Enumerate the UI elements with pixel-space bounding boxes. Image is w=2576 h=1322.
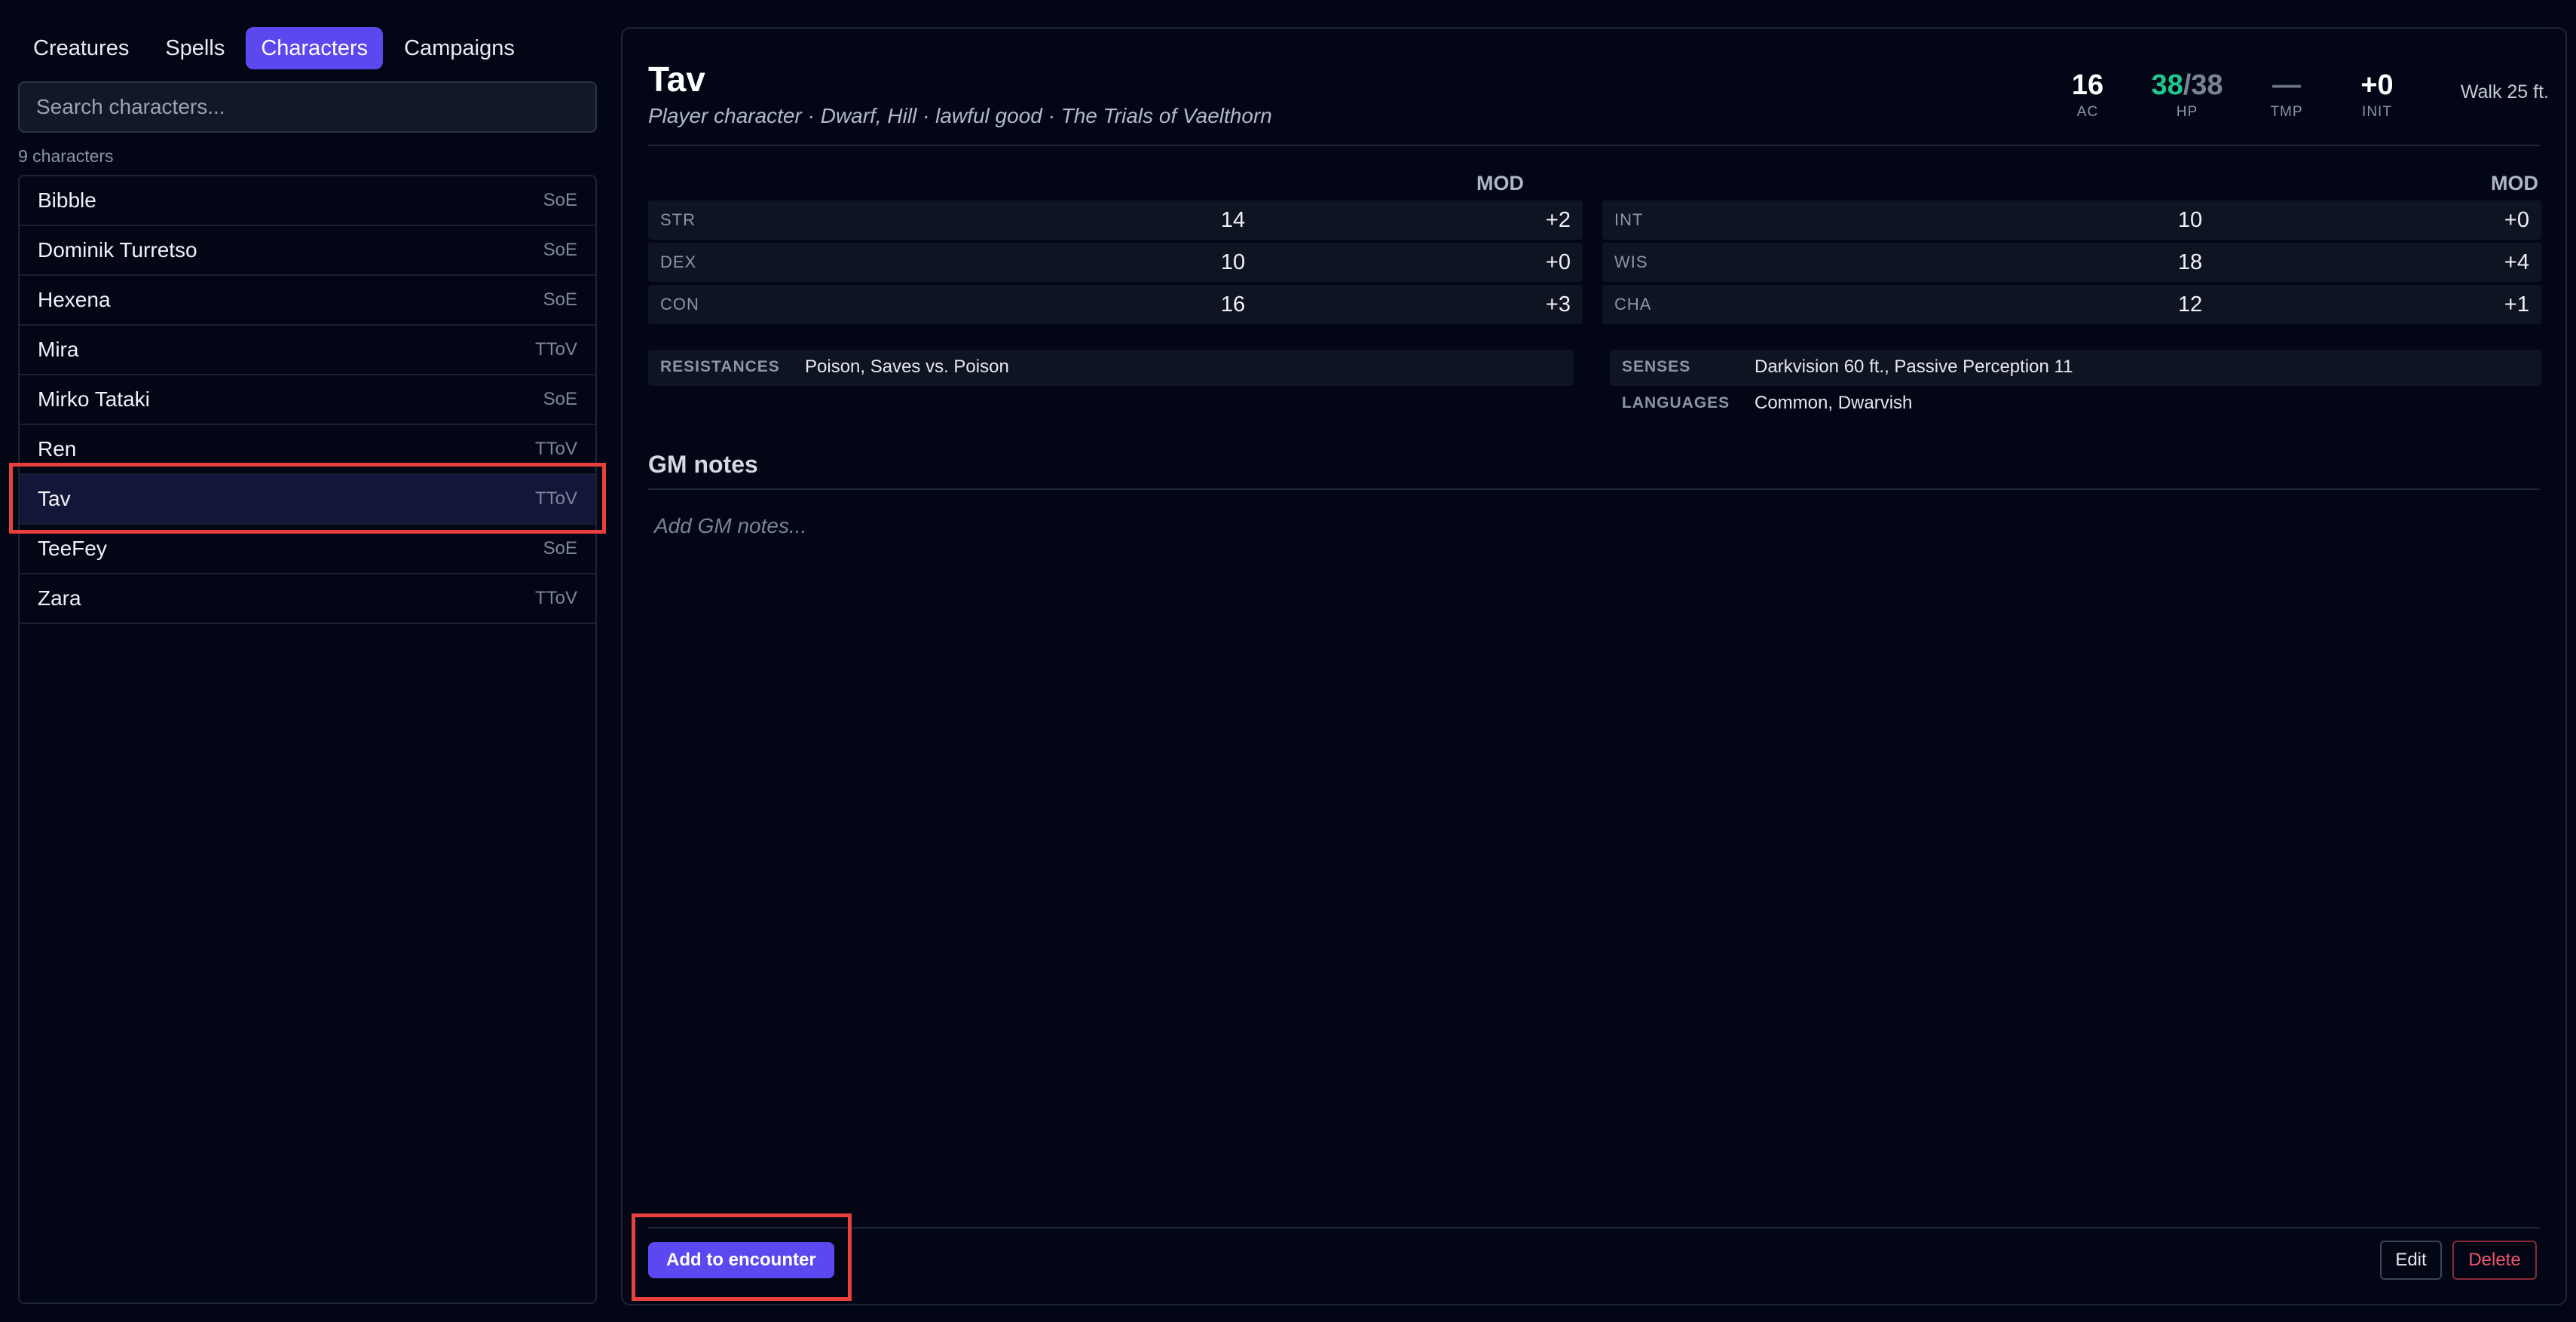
ability-row-cha: CHA 12 +1 <box>1602 285 2541 324</box>
stat-hp: 38/38 HP <box>2142 68 2232 121</box>
mod-header-right: MOD <box>2491 172 2538 194</box>
campaign-tag: TToV <box>534 339 577 360</box>
character-name: Mirko Tataki <box>38 387 150 411</box>
list-item-bibble[interactable]: Bibble SoE <box>20 176 595 226</box>
list-item-dominik-turretso[interactable]: Dominik Turretso SoE <box>20 226 595 276</box>
ability-name: DEX <box>660 252 697 271</box>
tab-campaigns[interactable]: Campaigns <box>389 27 530 69</box>
character-name: Dominik Turretso <box>38 238 197 262</box>
top-nav: Creatures Spells Characters Campaigns <box>18 27 530 69</box>
ability-row-str: STR 14 +2 <box>648 200 1583 240</box>
ability-score: 14 <box>1220 208 1246 232</box>
character-subtitle: Player character · Dwarf, Hill · lawful … <box>648 104 1272 127</box>
character-name: TeeFey <box>38 537 107 560</box>
list-item-mira[interactable]: Mira TToV <box>20 326 595 375</box>
character-count: 9 characters <box>18 146 114 166</box>
ability-score: 10 <box>2177 208 2203 232</box>
list-item-tav[interactable]: Tav TToV <box>20 475 595 525</box>
gm-notes-input[interactable] <box>648 511 2540 1189</box>
ability-name: STR <box>660 210 696 229</box>
footer-divider <box>648 1227 2540 1229</box>
senses-value: Darkvision 60 ft., Passive Perception 11 <box>1755 357 2073 377</box>
campaign-tag: SoE <box>543 190 577 210</box>
ac-value: 16 <box>2071 69 2104 101</box>
character-name: Tav <box>38 487 71 510</box>
list-item-mirko-tataki[interactable]: Mirko Tataki SoE <box>20 375 595 425</box>
init-label: INIT <box>2362 104 2392 120</box>
add-to-encounter-button[interactable]: Add to encounter <box>648 1242 834 1278</box>
ability-name: CHA <box>1614 295 1652 314</box>
languages-label: LANGUAGES <box>1622 394 1730 412</box>
delete-button[interactable]: Delete <box>2452 1241 2537 1280</box>
character-name: Hexena <box>38 288 111 311</box>
hp-current: 38 <box>2151 69 2183 101</box>
resistances-label: RESISTANCES <box>660 358 780 375</box>
character-name: Ren <box>38 437 77 461</box>
ability-mod: +0 <box>1545 250 1571 274</box>
ability-name: INT <box>1614 210 1644 229</box>
character-list: Bibble SoE Dominik Turretso SoE Hexena S… <box>18 175 597 1304</box>
tab-characters[interactable]: Characters <box>246 27 384 69</box>
ac-label: AC <box>2076 104 2099 120</box>
senses-box: SENSES Darkvision 60 ft., Passive Percep… <box>1610 350 2541 386</box>
campaign-tag: SoE <box>543 538 577 558</box>
hp-label: HP <box>2176 104 2198 120</box>
ability-mod: +0 <box>2504 208 2529 232</box>
campaign-tag: SoE <box>543 289 577 310</box>
header-divider <box>648 145 2540 146</box>
stat-init: +0 INIT <box>2332 68 2422 121</box>
languages-value: Common, Dwarvish <box>1755 393 1913 413</box>
ability-row-con: CON 16 +3 <box>648 285 1583 324</box>
ability-score: 10 <box>1220 250 1246 274</box>
senses-label: SENSES <box>1622 358 1691 375</box>
stat-tmp: — TMP <box>2241 68 2332 121</box>
campaign-tag: SoE <box>543 389 577 409</box>
list-item-hexena[interactable]: Hexena SoE <box>20 276 595 326</box>
ability-row-int: INT 10 +0 <box>1602 200 2541 240</box>
hp-max: 38 <box>2191 69 2223 101</box>
list-item-teefey[interactable]: TeeFey SoE <box>20 525 595 574</box>
list-item-ren[interactable]: Ren TToV <box>20 425 595 475</box>
senses-line: SENSES Darkvision 60 ft., Passive Percep… <box>1610 350 2541 386</box>
character-name: Bibble <box>38 188 96 212</box>
gm-notes-divider <box>648 488 2540 490</box>
character-name: Zara <box>38 586 81 610</box>
languages-line: LANGUAGES Common, Dwarvish <box>1610 386 2541 422</box>
ability-score: 18 <box>2177 250 2203 274</box>
character-name: Mira <box>38 338 79 361</box>
campaign-tag: TToV <box>534 439 577 459</box>
character-detail-panel: Tav Player character · Dwarf, Hill · law… <box>621 27 2567 1305</box>
speed-text: Walk 25 ft. <box>2460 81 2549 103</box>
hp-value: 38/38 <box>2142 68 2232 103</box>
campaign-tag: TToV <box>534 488 577 509</box>
hp-separator: / <box>2183 69 2192 101</box>
tmp-label: TMP <box>2270 104 2303 120</box>
ability-mod: +4 <box>2504 250 2529 274</box>
list-item-zara[interactable]: Zara TToV <box>20 574 595 624</box>
ability-row-dex: DEX 10 +0 <box>648 243 1583 282</box>
ability-mod: +2 <box>1545 208 1571 232</box>
ability-row-wis: WIS 18 +4 <box>1602 243 2541 282</box>
resistances-line: RESISTANCES Poison, Saves vs. Poison <box>648 350 1574 386</box>
resistances-value: Poison, Saves vs. Poison <box>805 357 1009 377</box>
ability-name: WIS <box>1614 252 1648 271</box>
ability-score: 12 <box>2177 292 2203 317</box>
resistances-box: RESISTANCES Poison, Saves vs. Poison <box>648 350 1574 386</box>
ability-mod: +3 <box>1545 292 1571 317</box>
stat-ac: 16 AC <box>2042 68 2133 121</box>
gm-notes-title: GM notes <box>648 451 758 478</box>
tmp-value: — <box>2272 69 2301 101</box>
campaign-tag: SoE <box>543 240 577 260</box>
tab-creatures[interactable]: Creatures <box>18 27 144 69</box>
edit-button[interactable]: Edit <box>2380 1241 2442 1280</box>
campaign-tag: TToV <box>534 588 577 608</box>
character-title: Tav <box>648 60 705 99</box>
ability-score: 16 <box>1220 292 1246 317</box>
ability-name: CON <box>660 295 699 314</box>
search-input[interactable] <box>18 81 597 133</box>
ability-mod: +1 <box>2504 292 2529 317</box>
tab-spells[interactable]: Spells <box>150 27 240 69</box>
init-value: +0 <box>2360 69 2394 101</box>
mod-header-left: MOD <box>1476 172 1524 194</box>
